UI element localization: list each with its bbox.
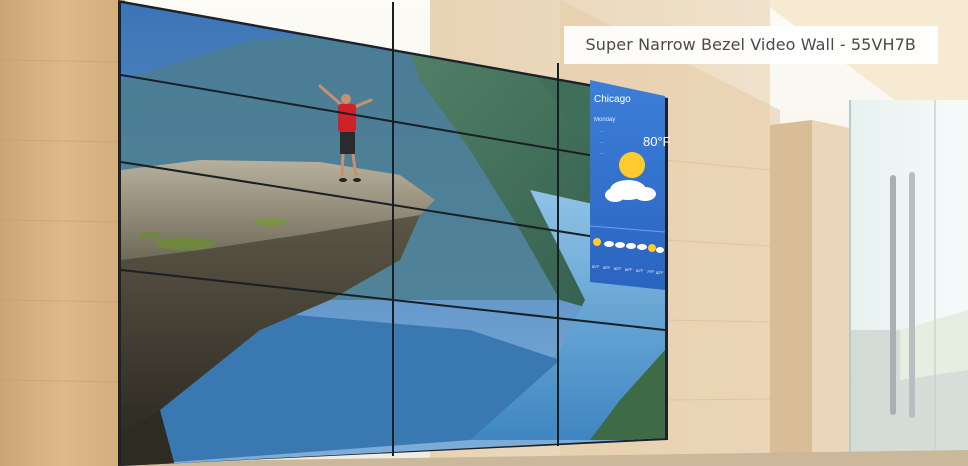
weather-detail-3: --- [600, 150, 605, 155]
forecast-temp-1: 81°F [592, 265, 599, 269]
weather-detail-1: --- [600, 128, 605, 133]
forecast-cloud-icon [656, 247, 664, 253]
forecast-temp-5: 81°F [636, 269, 643, 273]
column [770, 120, 812, 466]
forecast-sun-icon [648, 244, 656, 252]
weather-widget: Chicago Monday 80°F --- --- --- 81°F 80°… [589, 80, 671, 290]
forecast-cloud-icon [637, 244, 647, 250]
forecast-temp-4: 80°F [625, 268, 632, 272]
weather-detail-2: --- [600, 139, 605, 144]
forecast-temp-6: 79°F [647, 270, 654, 274]
forecast-temp-7: 82°F [656, 271, 663, 275]
forecast-cloud-icon [615, 242, 625, 248]
sun-icon [619, 152, 645, 178]
door-handle-left [890, 175, 896, 415]
forecast-cloud-icon [626, 243, 636, 249]
video-wall-scene: Chicago Monday 80°F --- --- --- 81°F 80°… [0, 0, 968, 466]
forecast-sun-icon [593, 238, 601, 246]
weather-city: Chicago [594, 94, 631, 105]
weather-temperature: 80°F [643, 134, 671, 149]
forecast-temp-2: 80°F [603, 266, 610, 270]
weather-day: Monday [594, 117, 615, 123]
wood-wall-left [0, 0, 125, 466]
door-handle-right [909, 172, 915, 418]
forecast-cloud-icon [604, 241, 614, 247]
forecast-temp-3: 82°F [614, 267, 621, 271]
product-caption: Super Narrow Bezel Video Wall - 55VH7B [563, 26, 938, 64]
